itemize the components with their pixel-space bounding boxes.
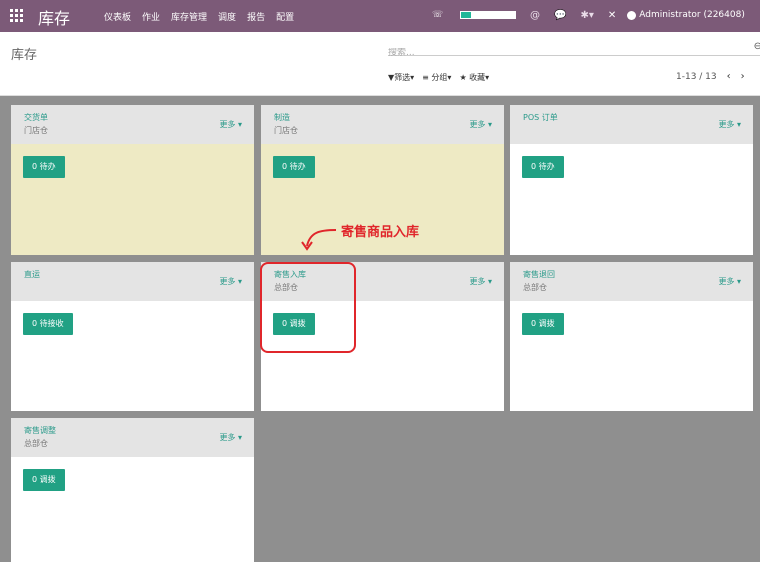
at-icon[interactable]: @ <box>530 10 540 21</box>
menu-item-scheduling[interactable]: 调度 <box>218 10 236 23</box>
card-warehouse: 门店仓 <box>274 126 298 135</box>
filter-label: 筛选 <box>394 73 411 82</box>
card-name[interactable]: 制造 <box>274 112 290 123</box>
menu-item-reports[interactable]: 报告 <box>247 10 265 23</box>
more-label: 更多 <box>219 277 236 286</box>
card-name[interactable]: 交货单 <box>24 112 48 123</box>
pager-value[interactable]: 1-13 / 13 <box>676 72 717 82</box>
menu-item-dashboard[interactable]: 仪表板 <box>104 10 131 23</box>
transfer-button[interactable]: 0 调拨 <box>522 313 564 335</box>
kanban-view: 交货单 门店仓 更多 ▾ 0 待办 制造 门店仓 更多 ▾ 0 待办 POS 订… <box>0 96 760 562</box>
picking-card-consignment-adjust[interactable]: 寄售调整 总部仓 更多 ▾ 0 调拨 <box>11 418 254 562</box>
todo-button[interactable]: 0 待办 <box>273 156 315 178</box>
card-header: POS 订单 更多 ▾ <box>510 105 753 144</box>
card-warehouse: 总部仓 <box>24 439 48 448</box>
picking-card-consignment-return[interactable]: 寄售退回 总部仓 更多 ▾ 0 调拨 <box>510 262 753 411</box>
user-name[interactable]: Administrator (226408) <box>639 10 745 20</box>
apps-menu-icon[interactable] <box>10 9 23 22</box>
menu-item-operations[interactable]: 作业 <box>142 10 160 23</box>
more-dropdown[interactable]: 更多 ▾ <box>219 119 242 130</box>
page-title: 库存 <box>11 48 38 63</box>
star-icon: ★ <box>459 73 467 82</box>
avatar[interactable] <box>627 10 637 20</box>
card-body: 0 调拨 <box>11 457 254 562</box>
more-dropdown[interactable]: 更多 ▾ <box>469 276 492 287</box>
card-header: 直运 更多 ▾ <box>11 262 254 301</box>
navbar-right: ☏ @ 💬 ✱▾ ✕ Administrator (226408) <box>432 9 745 21</box>
main-menu: 仪表板 作业 库存管理 调度 报告 配置 <box>104 10 294 23</box>
annotation-highlight <box>260 262 356 353</box>
more-dropdown[interactable]: 更多 ▾ <box>469 119 492 130</box>
more-label: 更多 <box>469 120 486 129</box>
more-dropdown[interactable]: 更多 ▾ <box>718 119 741 130</box>
to-receive-button[interactable]: 0 待接收 <box>23 313 73 335</box>
more-dropdown[interactable]: 更多 ▾ <box>219 276 242 287</box>
annotation-text: 寄售商品入库 <box>341 225 420 240</box>
transfer-button[interactable]: 0 调拨 <box>23 469 65 491</box>
card-warehouse: 总部仓 <box>523 283 547 292</box>
search-input[interactable] <box>388 48 728 58</box>
bug-icon[interactable]: ✱▾ <box>580 10 593 21</box>
favorite-label: 收藏 <box>469 73 486 82</box>
card-name[interactable]: POS 订单 <box>523 112 558 123</box>
control-panel: 库存 ⊖ ▼筛选▾ ≡ 分组▾ ★ 收藏▾ 1-13 / 13 ‹ › <box>0 32 760 96</box>
more-dropdown[interactable]: 更多 ▾ <box>219 432 242 443</box>
card-body: 0 调拨 <box>510 301 753 411</box>
more-label: 更多 <box>219 120 236 129</box>
todo-button[interactable]: 0 待办 <box>522 156 564 178</box>
more-dropdown[interactable]: 更多 ▾ <box>718 276 741 287</box>
progress-bar <box>460 11 516 19</box>
group-dropdown[interactable]: ≡ 分组▾ <box>422 72 451 83</box>
pager: 1-13 / 13 ‹ › <box>676 71 745 82</box>
more-label: 更多 <box>718 277 735 286</box>
picking-card-dropship[interactable]: 直运 更多 ▾ 0 待接收 <box>11 262 254 411</box>
group-label: 分组 <box>431 73 448 82</box>
card-header: 寄售退回 总部仓 更多 ▾ <box>510 262 753 301</box>
card-name[interactable]: 直运 <box>24 269 40 280</box>
chat-icon[interactable]: 💬 <box>554 10 566 21</box>
card-header: 寄售调整 总部仓 更多 ▾ <box>11 418 254 457</box>
favorite-dropdown[interactable]: ★ 收藏▾ <box>459 72 489 83</box>
picking-card-pos[interactable]: POS 订单 更多 ▾ 0 待办 <box>510 105 753 255</box>
more-label: 更多 <box>469 277 486 286</box>
bars-icon: ≡ <box>422 73 429 82</box>
search-box: ⊖ <box>388 40 760 58</box>
search-icon[interactable]: ⊖ <box>754 41 760 52</box>
todo-button[interactable]: 0 待办 <box>23 156 65 178</box>
chevron-left-icon[interactable]: ‹ <box>727 71 731 82</box>
tools-icon[interactable]: ✕ <box>608 10 616 21</box>
menu-item-inventory-management[interactable]: 库存管理 <box>171 10 207 23</box>
card-name[interactable]: 寄售退回 <box>523 269 555 280</box>
card-warehouse: 门店仓 <box>24 126 48 135</box>
card-header: 制造 门店仓 更多 ▾ <box>261 105 504 144</box>
chevron-right-icon[interactable]: › <box>741 71 745 82</box>
top-navbar: 库存 仪表板 作业 库存管理 调度 报告 配置 ☏ @ 💬 ✱▾ ✕ Admin… <box>0 0 760 32</box>
search-filters: ▼筛选▾ ≡ 分组▾ ★ 收藏▾ <box>388 72 489 83</box>
card-header: 交货单 门店仓 更多 ▾ <box>11 105 254 144</box>
progress-fill <box>461 12 471 18</box>
annotation-arrow-icon <box>301 229 337 251</box>
phone-icon[interactable]: ☏ <box>432 9 444 21</box>
picking-card-delivery[interactable]: 交货单 门店仓 更多 ▾ 0 待办 <box>11 105 254 255</box>
more-label: 更多 <box>718 120 735 129</box>
card-body: 0 待办 <box>510 144 753 255</box>
more-label: 更多 <box>219 433 236 442</box>
app-brand[interactable]: 库存 <box>38 5 70 29</box>
card-name[interactable]: 寄售调整 <box>24 425 56 436</box>
card-body: 0 待接收 <box>11 301 254 411</box>
menu-item-configuration[interactable]: 配置 <box>276 10 294 23</box>
card-body: 0 待办 <box>11 144 254 255</box>
filter-dropdown[interactable]: ▼筛选▾ <box>388 72 414 83</box>
